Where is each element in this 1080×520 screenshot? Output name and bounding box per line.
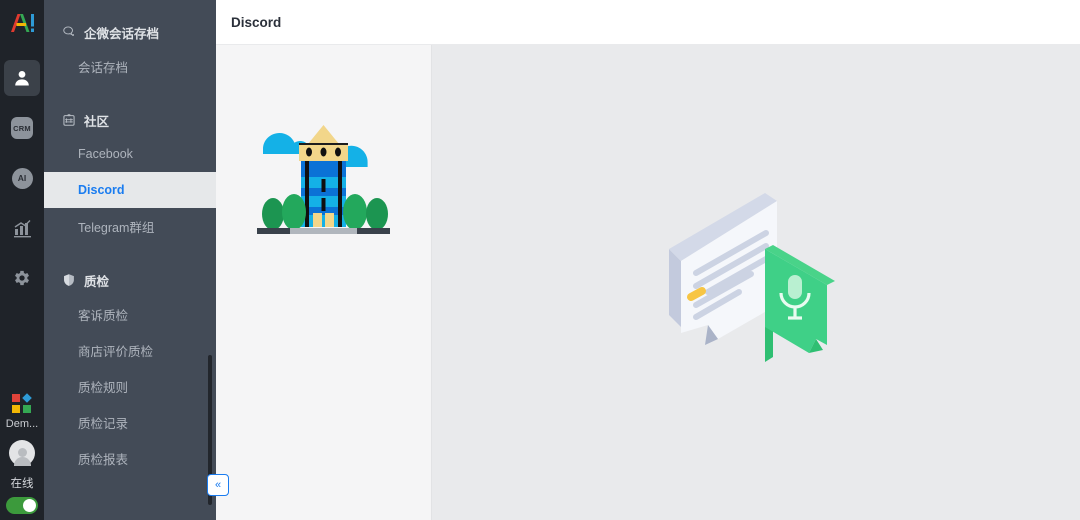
nav-item-qc-records[interactable]: 质检记录 <box>44 404 216 440</box>
status-toggle[interactable] <box>6 497 38 514</box>
nav-item-label: 会话存档 <box>78 60 129 75</box>
crm-icon: CRM <box>11 117 33 139</box>
nav-item-qc-rules[interactable]: 质检规则 <box>44 368 216 404</box>
nav-item-label: Discord <box>78 183 125 197</box>
app-logo[interactable] <box>0 0 44 46</box>
nav-scroll-content: 企微会话存档 会话存档 社区 Facebook Discord Telegram… <box>44 0 216 476</box>
nav-item-complaint-qc[interactable]: 客诉质检 <box>44 296 216 332</box>
rail-item-contacts[interactable] <box>4 60 40 96</box>
nav-group-quality-inspection[interactable]: 质检 <box>44 264 216 296</box>
nav-item-label: Telegram群组 <box>78 220 155 235</box>
chat-bubble-icon <box>63 26 74 36</box>
rail-item-analytics[interactable] <box>4 210 40 246</box>
shield-icon <box>64 274 74 286</box>
nav-item-label: Facebook <box>78 147 133 161</box>
nav-item-label: 质检报表 <box>78 452 129 467</box>
avatar[interactable] <box>9 440 35 466</box>
nav-menu: 企微会话存档 会话存档 社区 Facebook Discord Telegram… <box>44 0 216 520</box>
page-title: Discord <box>231 14 282 30</box>
nav-item-label: 质检规则 <box>78 380 129 395</box>
rail-item-crm[interactable]: CRM <box>4 110 40 146</box>
conversation-list-pane <box>216 45 432 520</box>
nav-group-community[interactable]: 社区 <box>44 104 216 136</box>
nav-group-label: 社区 <box>84 114 110 129</box>
tenant-name-label: Dem... <box>5 418 39 430</box>
logo-ai-icon <box>11 14 34 32</box>
rail-item-ai[interactable]: AI <box>4 160 40 196</box>
user-icon <box>15 71 29 86</box>
conversation-detail-pane <box>432 45 1080 520</box>
nav-item-discord[interactable]: Discord <box>44 172 216 208</box>
panes <box>216 45 1080 520</box>
gear-icon <box>15 270 29 286</box>
content-area: Discord <box>216 0 1080 520</box>
topbar: Discord <box>216 0 1080 45</box>
nav-item-store-review-qc[interactable]: 商店评价质检 <box>44 332 216 368</box>
nav-item-label: 客诉质检 <box>78 308 129 323</box>
toggle-knob <box>23 499 36 512</box>
chat-voice-bubble-illustration <box>669 193 835 362</box>
nav-item-session-archive[interactable]: 会话存档 <box>44 48 216 84</box>
status-label: 在线 <box>10 478 34 490</box>
tenant-switcher-icon[interactable] <box>12 393 32 414</box>
nav-group-label: 企微会话存档 <box>84 26 160 41</box>
nav-group-label: 质检 <box>84 274 110 289</box>
chevron-double-left-icon: « <box>214 479 222 491</box>
rail-item-settings[interactable] <box>4 260 40 296</box>
hash-board-icon <box>63 114 75 126</box>
nav-item-facebook[interactable]: Facebook <box>44 136 216 172</box>
nav-item-telegram-group[interactable]: Telegram群组 <box>44 208 216 244</box>
rail-bottom-section: Dem... 在线 <box>0 393 44 514</box>
nav-item-label: 商店评价质检 <box>78 344 154 359</box>
icon-rail: CRM AI Dem... 在线 <box>0 0 44 520</box>
nav-item-qc-reports[interactable]: 质检报表 <box>44 440 216 476</box>
chart-icon <box>13 219 31 237</box>
nav-item-label: 质检记录 <box>78 416 129 431</box>
app-window: CRM AI Dem... 在线 企微会话存档 会话存档 社区 Facebook… <box>0 0 1080 520</box>
sidebar-collapse-button[interactable]: « <box>207 474 229 496</box>
city-building-illustration <box>257 125 390 234</box>
nav-group-wecom-archive[interactable]: 企微会话存档 <box>44 16 216 48</box>
ai-icon: AI <box>11 167 33 189</box>
